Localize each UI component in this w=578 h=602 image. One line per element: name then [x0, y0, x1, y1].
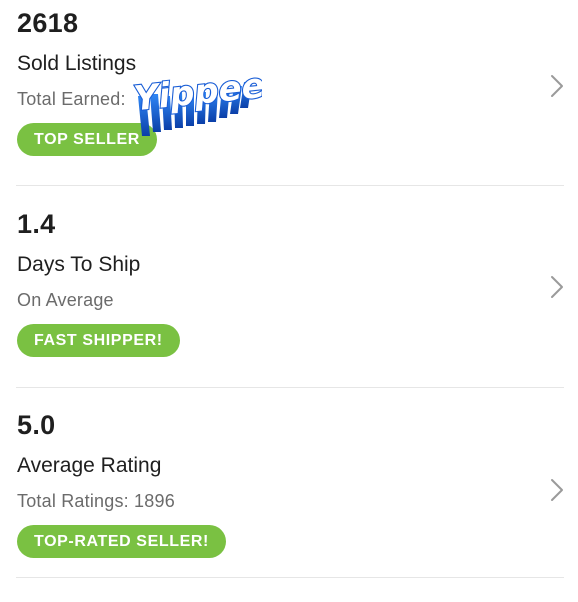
stat-label: Days To Ship	[17, 253, 141, 276]
stat-value: 5.0	[17, 410, 56, 440]
divider	[16, 387, 564, 388]
stat-card-sold-listings[interactable]: 2618 Sold Listings Total Earned: TOP SEL…	[0, 0, 578, 200]
chevron-right-icon[interactable]	[546, 477, 568, 503]
stat-value: 2618	[17, 8, 79, 38]
stat-value: 1.4	[17, 209, 56, 239]
stat-card-days-to-ship[interactable]: 1.4 Days To Ship On Average FAST SHIPPER…	[0, 201, 578, 401]
stat-subtext: On Average	[17, 290, 114, 310]
sticker-text: Yippee!	[132, 66, 262, 119]
stat-label: Sold Listings	[17, 52, 137, 75]
fast-shipper-badge: FAST SHIPPER!	[17, 324, 180, 357]
stat-subtext: Total Ratings: 1896	[17, 491, 175, 511]
top-rated-seller-badge: TOP-RATED SELLER!	[17, 525, 226, 558]
divider	[16, 577, 564, 578]
chevron-right-icon[interactable]	[546, 73, 568, 99]
stat-card-average-rating[interactable]: 5.0 Average Rating Total Ratings: 1896 T…	[0, 402, 578, 602]
divider	[16, 185, 564, 186]
stat-label: Average Rating	[17, 454, 162, 477]
stat-subtext: Total Earned:	[17, 89, 126, 109]
yippee-sticker-icon: Yippee!	[131, 66, 262, 136]
chevron-right-icon[interactable]	[546, 274, 568, 300]
